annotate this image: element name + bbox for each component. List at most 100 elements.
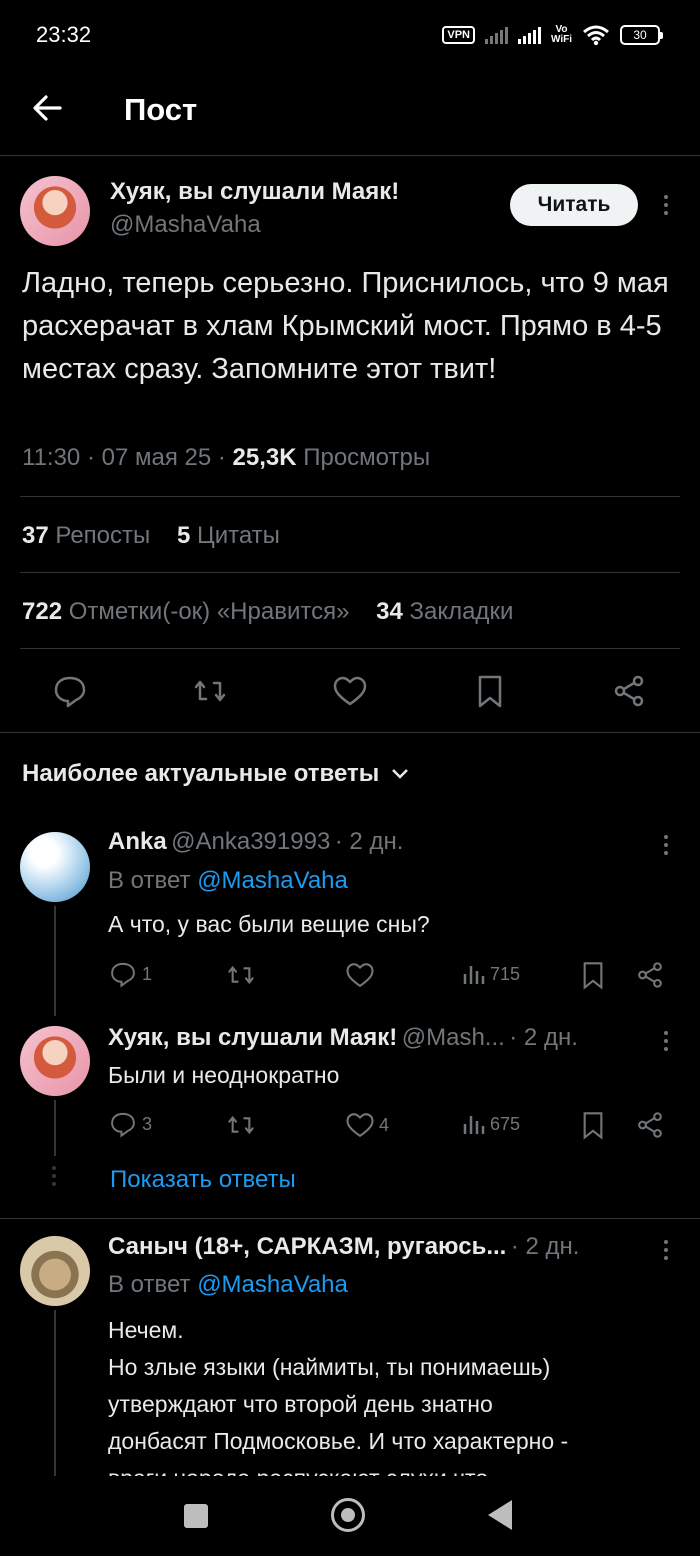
reply-time: 2 дн. (523, 1024, 578, 1051)
reply-header: Хуяк, вы слушали Маяк! @Mash... · 2 дн. (108, 1024, 578, 1051)
thread-line (54, 1100, 56, 1156)
reposts-label: Репосты (55, 522, 151, 549)
repost-icon[interactable] (226, 960, 256, 990)
divider (20, 572, 680, 573)
like-count: 4 (379, 1114, 390, 1135)
replies-sort-dropdown[interactable]: Наиболее актуальные ответы (22, 760, 409, 788)
views-count: 675 (490, 1113, 521, 1134)
recent-apps-button[interactable] (184, 1504, 208, 1528)
reply-more-icon[interactable] (662, 1031, 670, 1051)
share-icon[interactable] (635, 960, 665, 990)
like-icon[interactable] (345, 960, 375, 990)
repost-icon[interactable] (192, 673, 228, 709)
divider (0, 732, 700, 733)
more-options-icon[interactable] (662, 195, 670, 215)
status-icons: VPN Vo WiFi 30 (442, 22, 663, 48)
reply-author-name[interactable]: Хуяк, вы слушали Маяк! (108, 1024, 397, 1051)
reply-to: В ответ @MashaVaha (108, 867, 348, 895)
reply-header: Саныч (18+, САРКАЗМ, ругаюсь... · 2 дн. (108, 1233, 580, 1260)
reply-to: В ответ @MashaVaha (108, 1271, 348, 1299)
post-time: 11:30 (22, 444, 81, 471)
reply-text: Нечем. Но злые языки (наймиты, ты понима… (108, 1312, 688, 1476)
bookmark-icon[interactable] (578, 1110, 608, 1140)
reply-to-link[interactable]: @MashaVaha (197, 1271, 348, 1298)
reply-to-prefix: В ответ (108, 867, 191, 894)
reply-more-icon[interactable] (662, 1240, 670, 1260)
views-label: Просмотры (303, 444, 431, 471)
reply-avatar[interactable] (20, 832, 90, 902)
divider (20, 496, 680, 497)
back-nav-button[interactable] (488, 1500, 512, 1530)
signal-2-icon (517, 26, 541, 44)
post-date: 07 мая 25 (101, 444, 212, 471)
quotes-count: 5 (176, 522, 191, 549)
comment-icon (111, 962, 135, 988)
views-icon (463, 966, 485, 984)
likes-label: Отметки(-ок) «Нравится» (68, 598, 350, 625)
back-arrow-icon[interactable] (30, 90, 66, 126)
thread-line (54, 906, 56, 1016)
reply-avatar[interactable] (20, 1026, 90, 1096)
reposts-stat[interactable]: 37 Репосты 5 Цитаты (22, 522, 280, 550)
author-name[interactable]: Хуяк, вы слушали Маяк! (110, 178, 399, 206)
comment-icon[interactable] (52, 673, 88, 709)
bookmarks-count: 34 (376, 598, 403, 625)
thread-dots (52, 1166, 56, 1186)
follow-button[interactable]: Читать (510, 184, 638, 226)
divider (20, 648, 680, 649)
share-icon[interactable] (635, 1110, 665, 1140)
bookmarks-label: Закладки (409, 598, 514, 625)
vowifi-icon: Vo WiFi (550, 24, 572, 45)
reply-text-line: враги народа распускают слухи что (108, 1460, 688, 1476)
reply-views[interactable]: 715 (462, 962, 520, 986)
reply-comment-button[interactable]: 3 (108, 1110, 152, 1138)
reply-views[interactable]: 675 (462, 1112, 520, 1136)
reply-author-name[interactable]: Саныч (18+, САРКАЗМ, ругаюсь... (108, 1233, 506, 1260)
show-replies-link[interactable]: Показать ответы (110, 1166, 296, 1194)
comment-icon (111, 1112, 135, 1138)
reply-to-prefix: В ответ (108, 1271, 191, 1298)
comment-count: 1 (142, 963, 153, 984)
reply-time: 2 дн. (349, 828, 404, 855)
reply-author-handle[interactable]: @Anka391993 (171, 828, 330, 855)
reply-text-line: утверждают что второй день знатно (108, 1391, 493, 1417)
reply-to-link[interactable]: @MashaVaha (197, 867, 348, 894)
reply-header: Anka @Anka391993 · 2 дн. (108, 828, 404, 855)
repost-icon[interactable] (226, 1110, 256, 1140)
likes-stat[interactable]: 722 Отметки(-ок) «Нравится» 34 Закладки (22, 598, 513, 626)
author-avatar[interactable] (20, 176, 90, 246)
replies-sort-label: Наиболее актуальные ответы (22, 760, 380, 787)
reply-avatar[interactable] (20, 1236, 90, 1306)
reply-author-name[interactable]: Anka (108, 828, 167, 855)
reply-time: 2 дн. (525, 1233, 580, 1260)
views-icon (463, 1116, 485, 1134)
reply-like-button[interactable]: 4 (345, 1110, 389, 1140)
divider (0, 1218, 700, 1219)
reply-author-handle[interactable]: @Mash... (402, 1024, 505, 1051)
views-count: 715 (490, 963, 521, 984)
reply-text: А что, у вас были вещие сны? (108, 911, 430, 937)
post-meta: 11:30 · 07 мая 25 · 25,3K Просмотры (22, 444, 431, 471)
reply-comment-button[interactable]: 1 (108, 960, 152, 988)
quotes-label: Цитаты (196, 522, 280, 549)
bookmark-icon[interactable] (578, 960, 608, 990)
likes-count: 722 (22, 598, 63, 625)
signal-1-icon (484, 26, 508, 44)
reply-more-icon[interactable] (662, 835, 670, 855)
home-button[interactable] (331, 1498, 365, 1532)
vpn-icon: VPN (442, 26, 475, 44)
chevron-down-icon (392, 769, 409, 779)
author-handle[interactable]: @MashaVaha (110, 211, 261, 239)
battery-icon: 30 (620, 25, 663, 45)
comment-count: 3 (142, 1113, 153, 1134)
bookmark-icon[interactable] (472, 673, 508, 709)
status-time: 23:32 (36, 22, 92, 47)
thread-line (54, 1310, 56, 1476)
like-icon[interactable] (332, 673, 368, 709)
share-icon[interactable] (611, 673, 647, 709)
wifi-icon (583, 25, 609, 46)
post-text: Ладно, теперь серьезно. Приснилось, что … (22, 267, 669, 385)
page-title: Пост (124, 92, 198, 127)
divider (0, 155, 700, 156)
reply-text: Были и неоднократно (108, 1062, 340, 1088)
